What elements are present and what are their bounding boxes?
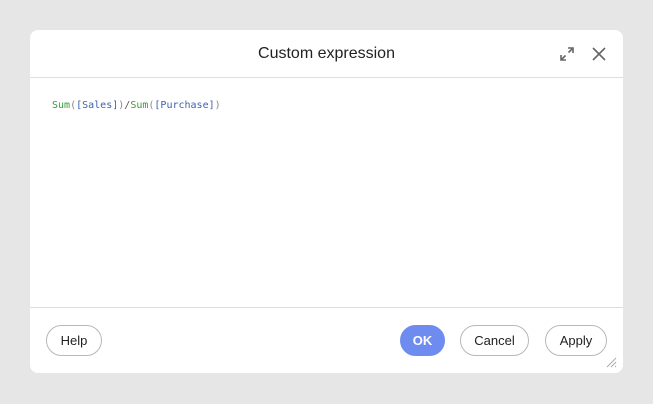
expression-token-fn: Sum	[52, 100, 71, 111]
expression-token-paren: )	[214, 100, 221, 111]
apply-button[interactable]: Apply	[545, 325, 607, 356]
expression-token-field: [Sales]	[76, 100, 119, 111]
expression-token-fn: Sum	[130, 100, 149, 111]
dialog-title: Custom expression	[258, 45, 395, 62]
dialog-footer: Help OK Cancel Apply	[30, 308, 623, 373]
expression-editor[interactable]: Sum([Sales])/Sum([Purchase])	[52, 99, 221, 113]
ok-button[interactable]: OK	[400, 325, 445, 356]
close-icon[interactable]	[589, 44, 609, 64]
help-button[interactable]: Help	[46, 325, 102, 356]
custom-expression-dialog: Custom expression Sum([Sales])/Sum([Purc…	[30, 30, 623, 373]
cancel-button[interactable]: Cancel	[460, 325, 529, 356]
expression-editor-area[interactable]: Sum([Sales])/Sum([Purchase])	[30, 78, 623, 308]
expand-icon[interactable]	[557, 44, 577, 64]
expression-token-field: [Purchase]	[154, 100, 215, 111]
dialog-header: Custom expression	[30, 30, 623, 78]
resize-grip-icon[interactable]	[605, 355, 617, 368]
